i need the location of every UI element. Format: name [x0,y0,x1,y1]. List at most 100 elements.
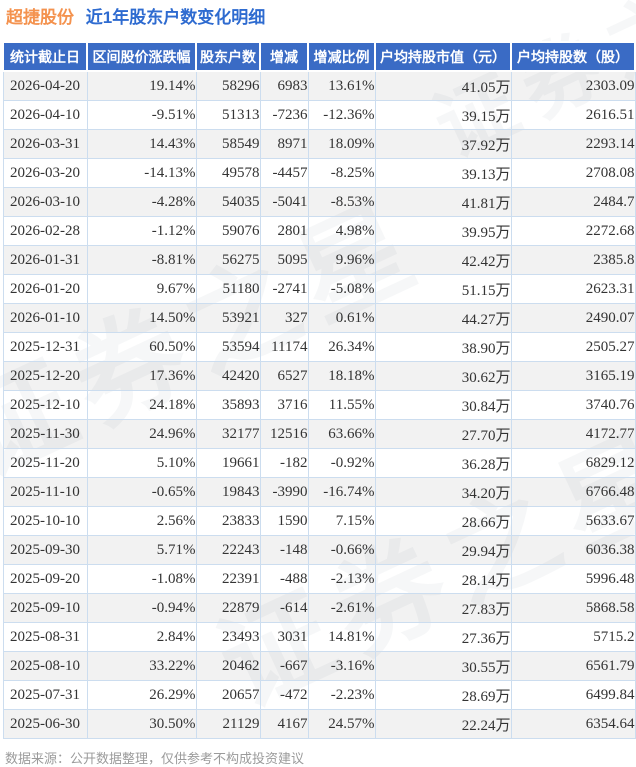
table-row: 2026-03-10 -4.28% 54035 -5041 -8.53% 41.81万 24… [2,187,636,217]
cell-holders: 56275 [195,245,261,275]
cell-range-chg: 24.18% [86,390,197,420]
cell-change-pct: 13.61% [307,70,376,101]
cell-holders: 42420 [195,361,261,391]
cell-avg-shares: 2623.31 [510,274,636,304]
cell-holders: 32177 [195,419,261,449]
cell-avg-shares: 5868.58 [510,593,636,623]
cell-avg-mv: 27.36万 [374,622,512,652]
cell-avg-shares: 2505.27 [510,332,636,362]
cell-date: 2025-12-10 [2,390,88,420]
table-row: 2025-09-30 5.71% 22243 -148 -0.66% 29.94万 6036… [2,535,636,565]
stock-name: 超捷股份 [6,8,74,27]
cell-holders: 22879 [195,593,261,623]
cell-change-pct: -2.61% [307,593,376,623]
cell-range-chg: -14.13% [86,158,197,188]
table-row: 2025-11-20 5.10% 19661 -182 -0.92% 36.28万 6829… [2,448,636,478]
cell-date: 2025-09-20 [2,564,88,594]
cell-date: 2025-11-20 [2,448,88,478]
table-row: 2025-07-31 26.29% 20657 -472 -2.23% 28.69万 649… [2,680,636,710]
cell-holders: 53594 [195,332,261,362]
cell-range-chg: -0.94% [86,593,197,623]
cell-avg-shares: 2272.68 [510,216,636,246]
cell-range-chg: -8.81% [86,245,197,275]
cell-avg-shares: 6766.48 [510,477,636,507]
cell-change: -667 [259,651,309,681]
cell-avg-mv: 28.66万 [374,506,512,536]
table-row: 2025-08-10 33.22% 20462 -667 -3.16% 30.55万 656… [2,651,636,681]
cell-holders: 49578 [195,158,261,188]
cell-date: 2025-11-10 [2,477,88,507]
cell-date: 2026-02-28 [2,216,88,246]
cell-avg-mv: 30.55万 [374,651,512,681]
cell-holders: 51313 [195,100,261,130]
cell-holders: 20657 [195,680,261,710]
cell-range-chg: 17.36% [86,361,197,391]
cell-holders: 58549 [195,129,261,159]
cell-change: 6527 [259,361,309,391]
cell-avg-mv: 30.84万 [374,390,512,420]
cell-date: 2025-11-30 [2,419,88,449]
table-row: 2025-11-10 -0.65% 19843 -3990 -16.74% 34.20万 6… [2,477,636,507]
cell-date: 2025-09-10 [2,593,88,623]
cell-change-pct: -12.36% [307,100,376,130]
cell-range-chg: 14.43% [86,129,197,159]
cell-change: -7236 [259,100,309,130]
cell-holders: 53921 [195,303,261,333]
cell-change-pct: -2.13% [307,564,376,594]
cell-avg-mv: 37.92万 [374,129,512,159]
cell-holders: 23833 [195,506,261,536]
cell-date: 2025-08-10 [2,651,88,681]
cell-change: -488 [259,564,309,594]
cell-holders: 54035 [195,187,261,217]
shareholder-count-page: 证券之星 证券之星 证券之星 超捷股份 近1年股东户数变化明细 统计截止日 区间… [0,0,636,767]
cell-change: -182 [259,448,309,478]
cell-avg-mv: 27.70万 [374,419,512,449]
cell-avg-shares: 2708.08 [510,158,636,188]
cell-avg-mv: 38.90万 [374,332,512,362]
cell-avg-mv: 34.20万 [374,477,512,507]
cell-avg-shares: 6036.38 [510,535,636,565]
cell-range-chg: -0.65% [86,477,197,507]
cell-avg-mv: 27.83万 [374,593,512,623]
table-row: 2026-03-20 -14.13% 49578 -4457 -8.25% 39.13万 2… [2,158,636,188]
title-text: 近1年股东户数变化明细 [85,8,266,27]
table-row: 2025-11-30 24.96% 32177 12516 63.66% 27.70万 41… [2,419,636,449]
header-holders: 股东户数 [195,41,261,72]
cell-holders: 20462 [195,651,261,681]
cell-holders: 19661 [195,448,261,478]
cell-change-pct: -16.74% [307,477,376,507]
cell-range-chg: 14.50% [86,303,197,333]
cell-change-pct: -0.66% [307,535,376,565]
cell-date: 2026-01-20 [2,274,88,304]
cell-avg-mv: 28.69万 [374,680,512,710]
cell-change: 4167 [259,709,309,739]
cell-avg-mv: 41.05万 [374,70,512,101]
cell-holders: 21129 [195,709,261,739]
data-source-note: 数据来源：公开数据整理，仅供参考不构成投资建议 [5,751,305,766]
header-avg-shares: 户均持股数（股） [510,41,636,72]
cell-holders: 22243 [195,535,261,565]
header-range-change: 区间股价涨跌幅 [86,41,197,72]
cell-date: 2026-03-10 [2,187,88,217]
cell-change-pct: 18.18% [307,361,376,391]
cell-change: -2741 [259,274,309,304]
cell-change-pct: 24.57% [307,709,376,739]
shareholder-table: 统计截止日 区间股价涨跌幅 股东户数 增减 增减比例 户均持股市值（元） 户均持… [2,41,636,739]
cell-avg-mv: 42.42万 [374,245,512,275]
cell-range-chg: 30.50% [86,709,197,739]
cell-avg-mv: 39.13万 [374,158,512,188]
cell-date: 2026-04-10 [2,100,88,130]
cell-change-pct: 26.34% [307,332,376,362]
header-change-pct: 增减比例 [307,41,376,72]
table-body: 2026-04-20 19.14% 58296 6983 13.61% 41.05万 230… [2,70,636,739]
cell-change: 11174 [259,332,309,362]
table-row: 2026-01-31 -8.81% 56275 5095 9.96% 42.42万 2385… [2,245,636,275]
cell-change-pct: -3.16% [307,651,376,681]
cell-avg-shares: 6561.79 [510,651,636,681]
cell-holders: 19843 [195,477,261,507]
cell-avg-mv: 29.94万 [374,535,512,565]
cell-change-pct: 7.15% [307,506,376,536]
cell-range-chg: 26.29% [86,680,197,710]
cell-change-pct: -8.25% [307,158,376,188]
table-row: 2026-01-20 9.67% 51180 -2741 -5.08% 51.15万 262… [2,274,636,304]
